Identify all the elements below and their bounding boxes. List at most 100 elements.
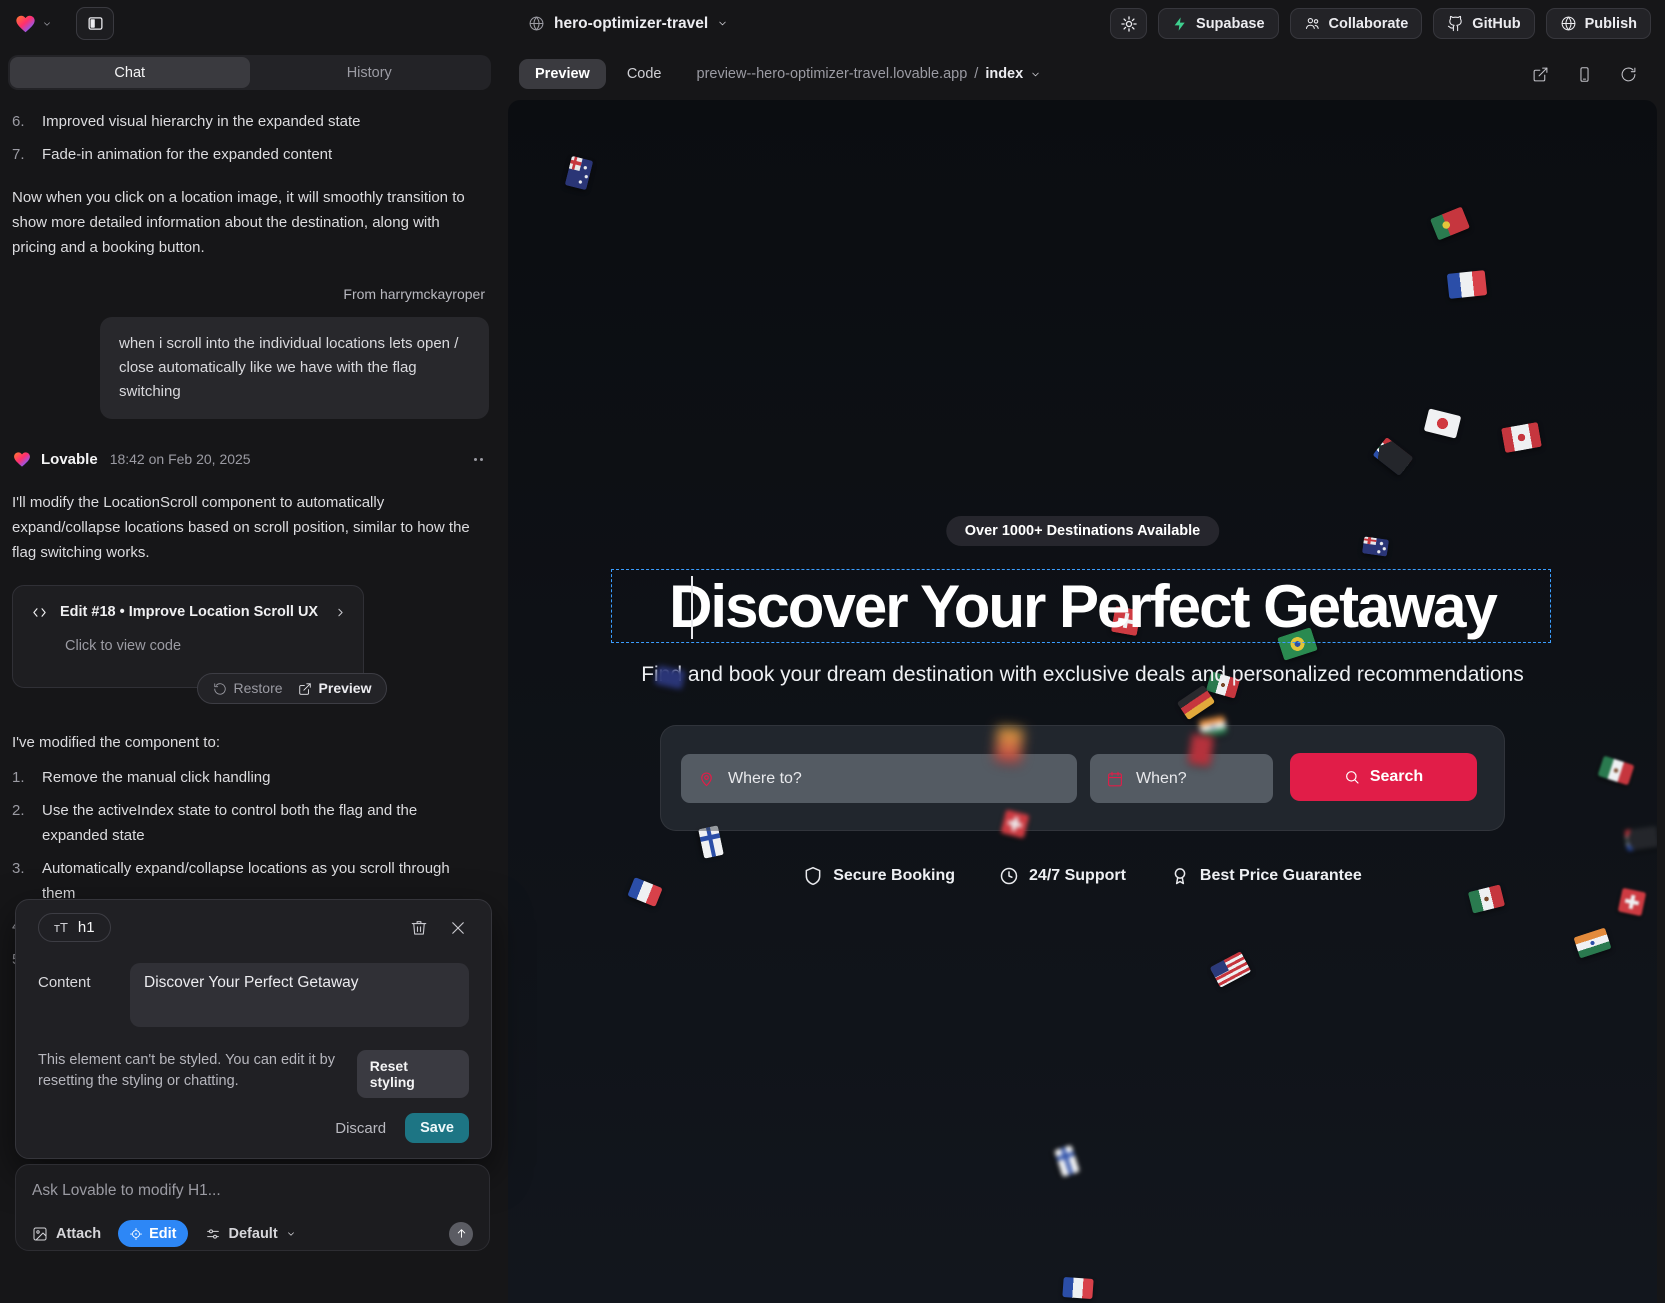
attach-button[interactable]: Attach (32, 1226, 101, 1242)
close-icon[interactable] (449, 919, 467, 937)
mobile-view-icon[interactable] (1576, 66, 1593, 83)
github-button[interactable]: GitHub (1433, 8, 1534, 39)
save-button[interactable]: Save (405, 1113, 469, 1143)
tab-preview[interactable]: Preview (519, 59, 606, 89)
publish-button[interactable]: Publish (1546, 8, 1651, 39)
text-cursor (691, 576, 693, 639)
assistant-name: Lovable (41, 447, 98, 472)
edit-card-subtitle: Click to view code (65, 634, 347, 659)
feature-secure-booking: Secure Booking (803, 866, 955, 886)
date-placeholder: When? (1136, 770, 1187, 788)
date-input[interactable]: When? (1090, 754, 1273, 803)
numbered-list-item: 6.Improved visual hierarchy in the expan… (12, 109, 489, 134)
edit-mode-button[interactable]: Edit (118, 1220, 187, 1247)
trash-icon[interactable] (410, 919, 428, 937)
content-textarea[interactable]: Discover Your Perfect Getaway (130, 963, 469, 1027)
gear-icon (1120, 15, 1138, 33)
search-panel: Where to? When? Search (660, 725, 1505, 831)
chevron-down-icon (1030, 69, 1041, 80)
feature-best-price-guarantee: Best Price Guarantee (1170, 866, 1362, 886)
url-path: index (985, 66, 1023, 82)
type-icon: тT (54, 920, 68, 935)
chat-composer[interactable]: Ask Lovable to modify H1... Attach Edit … (15, 1164, 490, 1251)
refresh-icon[interactable] (1620, 66, 1637, 83)
france-flag (1062, 1277, 1093, 1299)
code-icon (31, 605, 48, 620)
lovable-heart-icon (14, 13, 37, 35)
restore-preview-pill: Restore Preview (197, 673, 387, 704)
france-flag (1447, 270, 1487, 299)
hero-heading[interactable]: Discover Your Perfect Getaway (508, 572, 1657, 641)
mode-selector[interactable]: Default (205, 1226, 296, 1242)
chevron-right-icon (334, 606, 347, 619)
preview-viewport: Over 1000+ Destinations Available Discov… (508, 100, 1657, 1303)
australia-flag (565, 156, 594, 190)
red-flag (1188, 734, 1214, 767)
feature-list: Secure Booking24/7 SupportBest Price Gua… (508, 866, 1657, 886)
more-options-icon[interactable] (474, 458, 489, 461)
finland-flag (1054, 1145, 1080, 1177)
restore-icon (213, 682, 227, 696)
composer-placeholder[interactable]: Ask Lovable to modify H1... (32, 1182, 473, 1200)
new-zealand-flag (1362, 536, 1389, 556)
mexico-flag (1598, 756, 1635, 786)
tab-chat[interactable]: Chat (10, 57, 250, 88)
globe-icon (1560, 15, 1577, 32)
usa-flag (1210, 951, 1252, 988)
chevron-down-icon (42, 19, 52, 29)
lovable-heart-icon (12, 450, 32, 469)
chevron-down-icon (286, 1229, 296, 1239)
send-button[interactable] (449, 1222, 473, 1246)
numbered-list-item: 2.Use the activeIndex state to control b… (12, 798, 489, 848)
supabase-button[interactable]: Supabase (1158, 8, 1279, 39)
destinations-badge: Over 1000+ Destinations Available (946, 516, 1219, 546)
user-message-bubble: when i scroll into the individual locati… (100, 317, 489, 419)
content-label: Content (38, 963, 130, 1027)
locate-icon (129, 1227, 143, 1241)
arrow-up-icon (455, 1227, 468, 1240)
message-timestamp: 18:42 on Feb 20, 2025 (110, 447, 251, 472)
globe-icon (528, 15, 545, 32)
map-pin-icon (697, 769, 716, 788)
warm-flag (994, 727, 1023, 764)
preview-button[interactable]: Preview (298, 676, 372, 701)
url-host: preview--hero-optimizer-travel.lovable.a… (697, 66, 968, 82)
japan-flag (1424, 408, 1462, 438)
clock-icon (999, 866, 1019, 886)
element-editor-panel: тT h1 Content Discover Your Perfect Geta… (15, 899, 492, 1159)
search-icon (1344, 769, 1360, 785)
tab-history[interactable]: History (250, 57, 490, 88)
open-in-new-window-icon[interactable] (1532, 66, 1549, 83)
tab-code[interactable]: Code (627, 66, 662, 82)
discard-button[interactable]: Discard (335, 1120, 386, 1137)
project-switcher[interactable]: hero-optimizer-travel (528, 0, 728, 47)
search-button[interactable]: Search (1290, 753, 1477, 801)
toggle-sidebar-button[interactable] (76, 7, 114, 40)
switzerland-flag (1618, 888, 1646, 916)
shield-icon (803, 866, 823, 886)
top-bar: hero-optimizer-travel Supabase Collabora… (0, 0, 1665, 47)
github-icon (1447, 15, 1464, 32)
project-name: hero-optimizer-travel (554, 15, 708, 33)
chat-history-tabs: Chat History (8, 55, 491, 90)
assistant-paragraph: I've modified the component to: (12, 730, 489, 755)
element-tag-pill: тT h1 (38, 913, 111, 942)
canada-flag (1501, 422, 1542, 453)
south-africa-flag (1625, 826, 1657, 851)
panel-left-icon (87, 15, 104, 32)
assistant-paragraph: Now when you click on a location image, … (12, 185, 489, 260)
numbered-list-item: 1.Remove the manual click handling (12, 765, 489, 790)
lovable-logo-menu[interactable] (14, 13, 52, 35)
settings-button[interactable] (1110, 8, 1147, 39)
restore-button[interactable]: Restore (213, 676, 283, 701)
users-icon (1304, 15, 1321, 32)
external-link-icon (298, 682, 312, 696)
collaborate-button[interactable]: Collaborate (1290, 8, 1423, 39)
mexico-flag (1468, 884, 1505, 913)
assistant-paragraph: I'll modify the LocationScroll component… (12, 490, 489, 565)
reset-styling-button[interactable]: Reset styling (357, 1050, 469, 1098)
preview-url[interactable]: preview--hero-optimizer-travel.lovable.a… (697, 66, 1042, 82)
switzerland-flag (1000, 809, 1029, 838)
india-flag (1573, 927, 1611, 958)
message-author-label: From harrymckayroper (12, 282, 485, 307)
